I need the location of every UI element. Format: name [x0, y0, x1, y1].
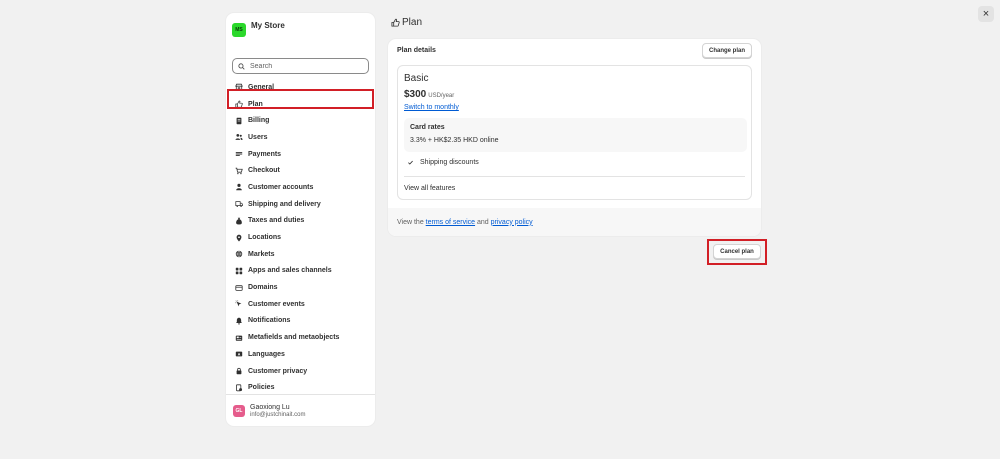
user-avatar: GL: [233, 404, 245, 417]
sidebar-item-label: Customer accounts: [248, 183, 314, 191]
change-plan-button[interactable]: Change plan: [701, 43, 752, 58]
page-title: Plan: [391, 17, 422, 28]
metafields-icon: [234, 333, 243, 342]
sidebar-item-apps-and-sales-channels[interactable]: Apps and sales channels: [226, 263, 375, 280]
card-title: Plan details: [397, 47, 436, 54]
terms-of-service-link[interactable]: terms of service: [426, 219, 475, 226]
card-rates-title: Card rates: [410, 124, 445, 131]
sidebar-item-customer-privacy[interactable]: Customer privacy: [226, 363, 375, 380]
page-title-text: Plan: [402, 17, 423, 28]
plan-icon: [391, 18, 400, 27]
policy-icon: [234, 383, 243, 392]
card-rates-value: 3.3% + HK$2.35 HKD online: [410, 137, 499, 144]
view-all-features-link[interactable]: View all features: [404, 185, 455, 192]
sidebar-item-label: Metafields and metaobjects: [248, 334, 340, 342]
sidebar-item-metafields-and-metaobjects[interactable]: Metafields and metaobjects: [226, 329, 375, 346]
user-name: Gaoxiong Lu: [250, 403, 290, 411]
sidebar-item-markets[interactable]: Markets: [226, 246, 375, 263]
footer-prefix: View the: [397, 218, 426, 226]
price-amount: $300: [404, 89, 427, 100]
sidebar-item-label: Languages: [248, 350, 285, 358]
sidebar-item-customer-accounts[interactable]: Customer accounts: [226, 179, 375, 196]
sidebar-item-label: Domains: [248, 284, 278, 292]
user-email: info@justchinait.com: [250, 411, 306, 418]
store-icon: [234, 83, 243, 92]
plan-icon: [234, 100, 243, 109]
sidebar-item-shipping-and-delivery[interactable]: Shipping and delivery: [226, 196, 375, 213]
sidebar-item-languages[interactable]: A Languages: [226, 346, 375, 363]
settings-sidebar: MS My Store General Plan Billing Users Payme…: [226, 13, 375, 426]
sidebar-item-label: Policies: [248, 384, 275, 392]
payments-icon: [234, 150, 243, 159]
truck-icon: [234, 200, 243, 209]
search-box[interactable]: [232, 58, 369, 74]
person-icon: [234, 183, 243, 192]
price-unit: USD/year: [428, 93, 455, 99]
shipping-discounts-feature: Shipping discounts: [407, 159, 479, 166]
sidebar-item-label: Checkout: [248, 167, 280, 175]
close-icon: ×: [982, 8, 990, 20]
store-header: MS My Store: [226, 13, 375, 37]
store-avatar: MS: [232, 23, 246, 37]
privacy-policy-link[interactable]: privacy policy: [491, 219, 533, 226]
cart-icon: [234, 166, 243, 175]
plan-name: Basic: [404, 73, 429, 84]
sidebar-item-label: Customer events: [248, 300, 305, 308]
sidebar-item-label: Billing: [248, 117, 270, 125]
bell-icon: [234, 316, 243, 325]
checkmark-icon: [408, 160, 413, 165]
sidebar-item-label: Users: [248, 133, 268, 141]
sidebar-item-users[interactable]: Users: [226, 129, 375, 146]
svg-text:A: A: [237, 353, 240, 357]
shipping-discounts-label: Shipping discounts: [420, 159, 479, 166]
sidebar-item-label: Plan: [248, 100, 263, 108]
cursor-icon: [234, 300, 243, 309]
card-footer: View the terms of service and privacy po…: [388, 208, 761, 236]
card-rates-box: Card rates 3.3% + HK$2.35 HKD online: [404, 118, 747, 152]
users-icon: [234, 133, 243, 142]
globe-icon: [234, 250, 243, 259]
apps-icon: [234, 266, 243, 275]
search-icon: [238, 62, 245, 70]
sidebar-item-customer-events[interactable]: Customer events: [226, 296, 375, 313]
search-input[interactable]: [250, 62, 360, 70]
sidebar-item-notifications[interactable]: Notifications: [226, 313, 375, 330]
sidebar-item-label: Taxes and duties: [248, 217, 305, 225]
sidebar-item-label: Notifications: [248, 317, 291, 325]
cancel-plan-button[interactable]: Cancel plan: [713, 244, 761, 259]
sidebar-item-billing[interactable]: Billing: [226, 112, 375, 129]
sidebar-item-payments[interactable]: Payments: [226, 146, 375, 163]
settings-nav: General Plan Billing Users Payments Checkout C…: [226, 79, 375, 396]
domain-icon: [234, 283, 243, 292]
money-bag-icon: [234, 216, 243, 225]
sidebar-item-taxes-and-duties[interactable]: Taxes and duties: [226, 213, 375, 230]
divider: [404, 176, 745, 177]
plan-details-card: Plan details Change plan Basic $300 USD/y…: [388, 39, 761, 236]
sidebar-item-domains[interactable]: Domains: [226, 279, 375, 296]
sidebar-item-checkout[interactable]: Checkout: [226, 162, 375, 179]
plan-price: $300 USD/year: [404, 89, 454, 100]
sidebar-item-label: General: [248, 83, 275, 91]
sidebar-item-label: Apps and sales channels: [248, 267, 332, 275]
close-button[interactable]: ×: [978, 6, 994, 22]
language-icon: A: [234, 350, 243, 359]
sidebar-item-label: Locations: [248, 234, 282, 242]
user-account[interactable]: GL Gaoxiong Lu info@justchinait.com: [226, 394, 375, 426]
user-info: Gaoxiong Lu info@justchinait.com: [250, 404, 305, 418]
sidebar-item-label: Payments: [248, 150, 282, 158]
sidebar-item-label: Shipping and delivery: [248, 200, 321, 208]
sidebar-item-label: Markets: [248, 250, 275, 258]
plan-summary-box: Basic $300 USD/year Switch to monthly Car…: [397, 65, 752, 200]
location-pin-icon: [234, 233, 243, 242]
lock-icon: [234, 367, 243, 376]
switch-to-monthly-link[interactable]: Switch to monthly: [404, 104, 459, 111]
sidebar-item-label: Customer privacy: [248, 367, 308, 375]
footer-and: and: [475, 218, 491, 226]
billing-icon: [234, 116, 243, 125]
sidebar-item-general[interactable]: General: [226, 79, 375, 96]
sidebar-item-locations[interactable]: Locations: [226, 229, 375, 246]
store-name: My Store: [251, 21, 285, 30]
sidebar-item-plan[interactable]: Plan: [226, 96, 375, 113]
